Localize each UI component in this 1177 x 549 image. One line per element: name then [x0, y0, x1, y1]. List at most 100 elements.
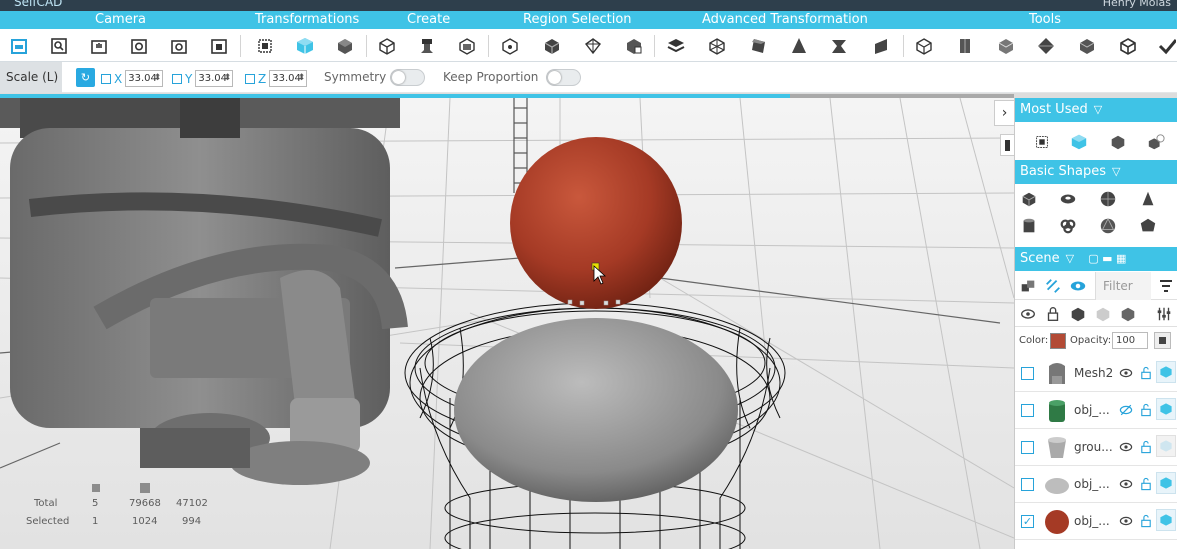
mesh-ellipsoid[interactable]: [454, 318, 738, 502]
tool-repair-icon[interactable]: [1154, 34, 1177, 58]
scene-item-checkbox[interactable]: ✓: [1021, 515, 1034, 528]
select-object-icon[interactable]: [622, 34, 646, 58]
chevron-down-icon[interactable]: ▽: [1094, 103, 1102, 116]
visibility-eye-icon[interactable]: [1118, 439, 1134, 455]
category-camera[interactable]: Camera: [95, 12, 146, 28]
column-settings-icon[interactable]: [1153, 303, 1175, 325]
unlock-icon[interactable]: [1139, 513, 1153, 529]
z-scale-input[interactable]: 33.04: [269, 70, 308, 87]
select-face-icon[interactable]: [581, 34, 605, 58]
most-used-header[interactable]: Most Used ▽: [1015, 98, 1177, 122]
shape-cube-icon[interactable]: [1018, 188, 1040, 210]
scene-filter-input[interactable]: Filter: [1095, 272, 1151, 300]
x-scale-input[interactable]: 33.04: [125, 70, 164, 87]
tool-shell-icon[interactable]: [912, 34, 936, 58]
zoom-icon[interactable]: [47, 34, 71, 58]
scene-item-checkbox[interactable]: [1021, 441, 1034, 454]
mesh-cube-icon[interactable]: [1156, 361, 1176, 383]
mesh-figure[interactable]: [0, 98, 408, 485]
group-cube-icon[interactable]: [1156, 435, 1176, 457]
most-used-rotate-icon[interactable]: [1107, 131, 1129, 153]
shape-polyhedron-icon[interactable]: [1137, 215, 1159, 237]
scene-item-checkbox[interactable]: [1021, 404, 1034, 417]
chevron-down-icon[interactable]: ▽: [1112, 165, 1120, 178]
adv-subdivide-icon[interactable]: [705, 34, 729, 58]
opacity-input[interactable]: 100: [1112, 332, 1148, 349]
column-wire-icon[interactable]: [1092, 303, 1114, 325]
create-extrude-icon[interactable]: [415, 34, 439, 58]
mesh-cube-icon[interactable]: [1156, 398, 1176, 420]
scene-view-toggle-icon[interactable]: ▢ ▬ ▦: [1088, 252, 1126, 265]
scene-canvas[interactable]: [0, 98, 1014, 549]
user-name[interactable]: Henry Molas: [1103, 0, 1171, 9]
tool-solid-icon[interactable]: [953, 34, 977, 58]
link-icon[interactable]: [1042, 275, 1064, 297]
chevron-down-icon[interactable]: ▽: [1066, 252, 1074, 265]
visibility-eye-icon[interactable]: [1118, 365, 1134, 381]
scene-item-checkbox[interactable]: [1021, 478, 1034, 491]
rotate-tool-icon[interactable]: [333, 34, 357, 58]
scale-tool-icon[interactable]: [293, 34, 317, 58]
most-used-move-icon[interactable]: [1031, 131, 1053, 153]
shape-sphere-icon[interactable]: [1097, 188, 1119, 210]
create-shape-icon[interactable]: [455, 34, 479, 58]
panel-secondary-toggle[interactable]: [1000, 134, 1014, 156]
mesh-red-sphere[interactable]: [510, 137, 682, 309]
scene-header[interactable]: Scene ▽ ▢ ▬ ▦: [1015, 247, 1177, 271]
category-region-selection[interactable]: Region Selection: [523, 12, 632, 28]
tool-sphere-icon[interactable]: [1034, 34, 1058, 58]
color-swatch[interactable]: [1050, 333, 1066, 349]
scene-item-checkbox[interactable]: [1021, 367, 1034, 380]
move-tool-icon[interactable]: [253, 34, 277, 58]
rotate-view-icon[interactable]: [127, 34, 151, 58]
select-vertex-icon[interactable]: [498, 34, 522, 58]
unlock-icon[interactable]: [1139, 476, 1153, 492]
unlock-icon[interactable]: [1139, 439, 1153, 455]
unlock-icon[interactable]: [1139, 402, 1153, 418]
z-axis-checkbox[interactable]: [245, 73, 255, 84]
category-create[interactable]: Create: [407, 12, 450, 28]
column-mesh-icon[interactable]: [1067, 303, 1089, 325]
create-cube-icon[interactable]: [375, 34, 399, 58]
symmetry-toggle[interactable]: [390, 69, 425, 86]
mesh-cube-icon[interactable]: [1156, 509, 1176, 531]
column-solid-icon[interactable]: [1117, 303, 1139, 325]
scene-item[interactable]: obj_...: [1015, 466, 1177, 503]
unlock-icon[interactable]: [1139, 365, 1153, 381]
most-used-scale-icon[interactable]: [1068, 131, 1090, 153]
filter-menu-icon[interactable]: [1160, 280, 1172, 295]
select-edge-icon[interactable]: [540, 34, 564, 58]
x-axis-checkbox[interactable]: [101, 73, 111, 84]
adv-stack-icon[interactable]: [664, 34, 688, 58]
category-advanced-transformation[interactable]: Advanced Transformation: [702, 12, 868, 28]
panel-collapse-button[interactable]: ›: [994, 100, 1014, 126]
hidden-eye-icon[interactable]: [1118, 402, 1134, 418]
scene-item-selected[interactable]: ✓ obj_...: [1015, 503, 1177, 540]
y-scale-input[interactable]: 33.04: [195, 70, 234, 87]
keep-proportion-toggle[interactable]: [546, 69, 581, 86]
shape-cylinder-icon[interactable]: [1018, 215, 1040, 237]
shape-geosphere-icon[interactable]: [1097, 215, 1119, 237]
adv-cone-icon[interactable]: [787, 34, 811, 58]
shape-torus-icon[interactable]: [1057, 188, 1079, 210]
category-tools[interactable]: Tools: [1029, 12, 1061, 28]
tool-box-icon[interactable]: [1075, 34, 1099, 58]
adv-slice-icon[interactable]: [869, 34, 893, 58]
camera-view-icon[interactable]: [7, 34, 31, 58]
scene-item[interactable]: grou...: [1015, 429, 1177, 466]
3d-viewport[interactable]: Total 5 79668 47102 Selected 1 1024 994: [0, 98, 1014, 549]
scene-item[interactable]: Mesh2: [1015, 355, 1177, 392]
adv-bevel-icon[interactable]: [746, 34, 770, 58]
mesh-cube-icon[interactable]: [1156, 472, 1176, 494]
scene-item[interactable]: obj_...: [1015, 392, 1177, 429]
column-lock-icon[interactable]: [1042, 303, 1064, 325]
tool-wire-cube-icon[interactable]: [1116, 34, 1140, 58]
fit-view-icon[interactable]: [207, 34, 231, 58]
snapshot-icon[interactable]: [167, 34, 191, 58]
reset-scale-button[interactable]: ↻: [76, 68, 95, 87]
app-logo[interactable]: SelfCAD: [14, 0, 62, 9]
pan-icon[interactable]: [87, 34, 111, 58]
shape-knot-icon[interactable]: [1057, 215, 1079, 237]
visibility-eye-icon[interactable]: [1067, 275, 1089, 297]
y-axis-checkbox[interactable]: [172, 73, 182, 84]
